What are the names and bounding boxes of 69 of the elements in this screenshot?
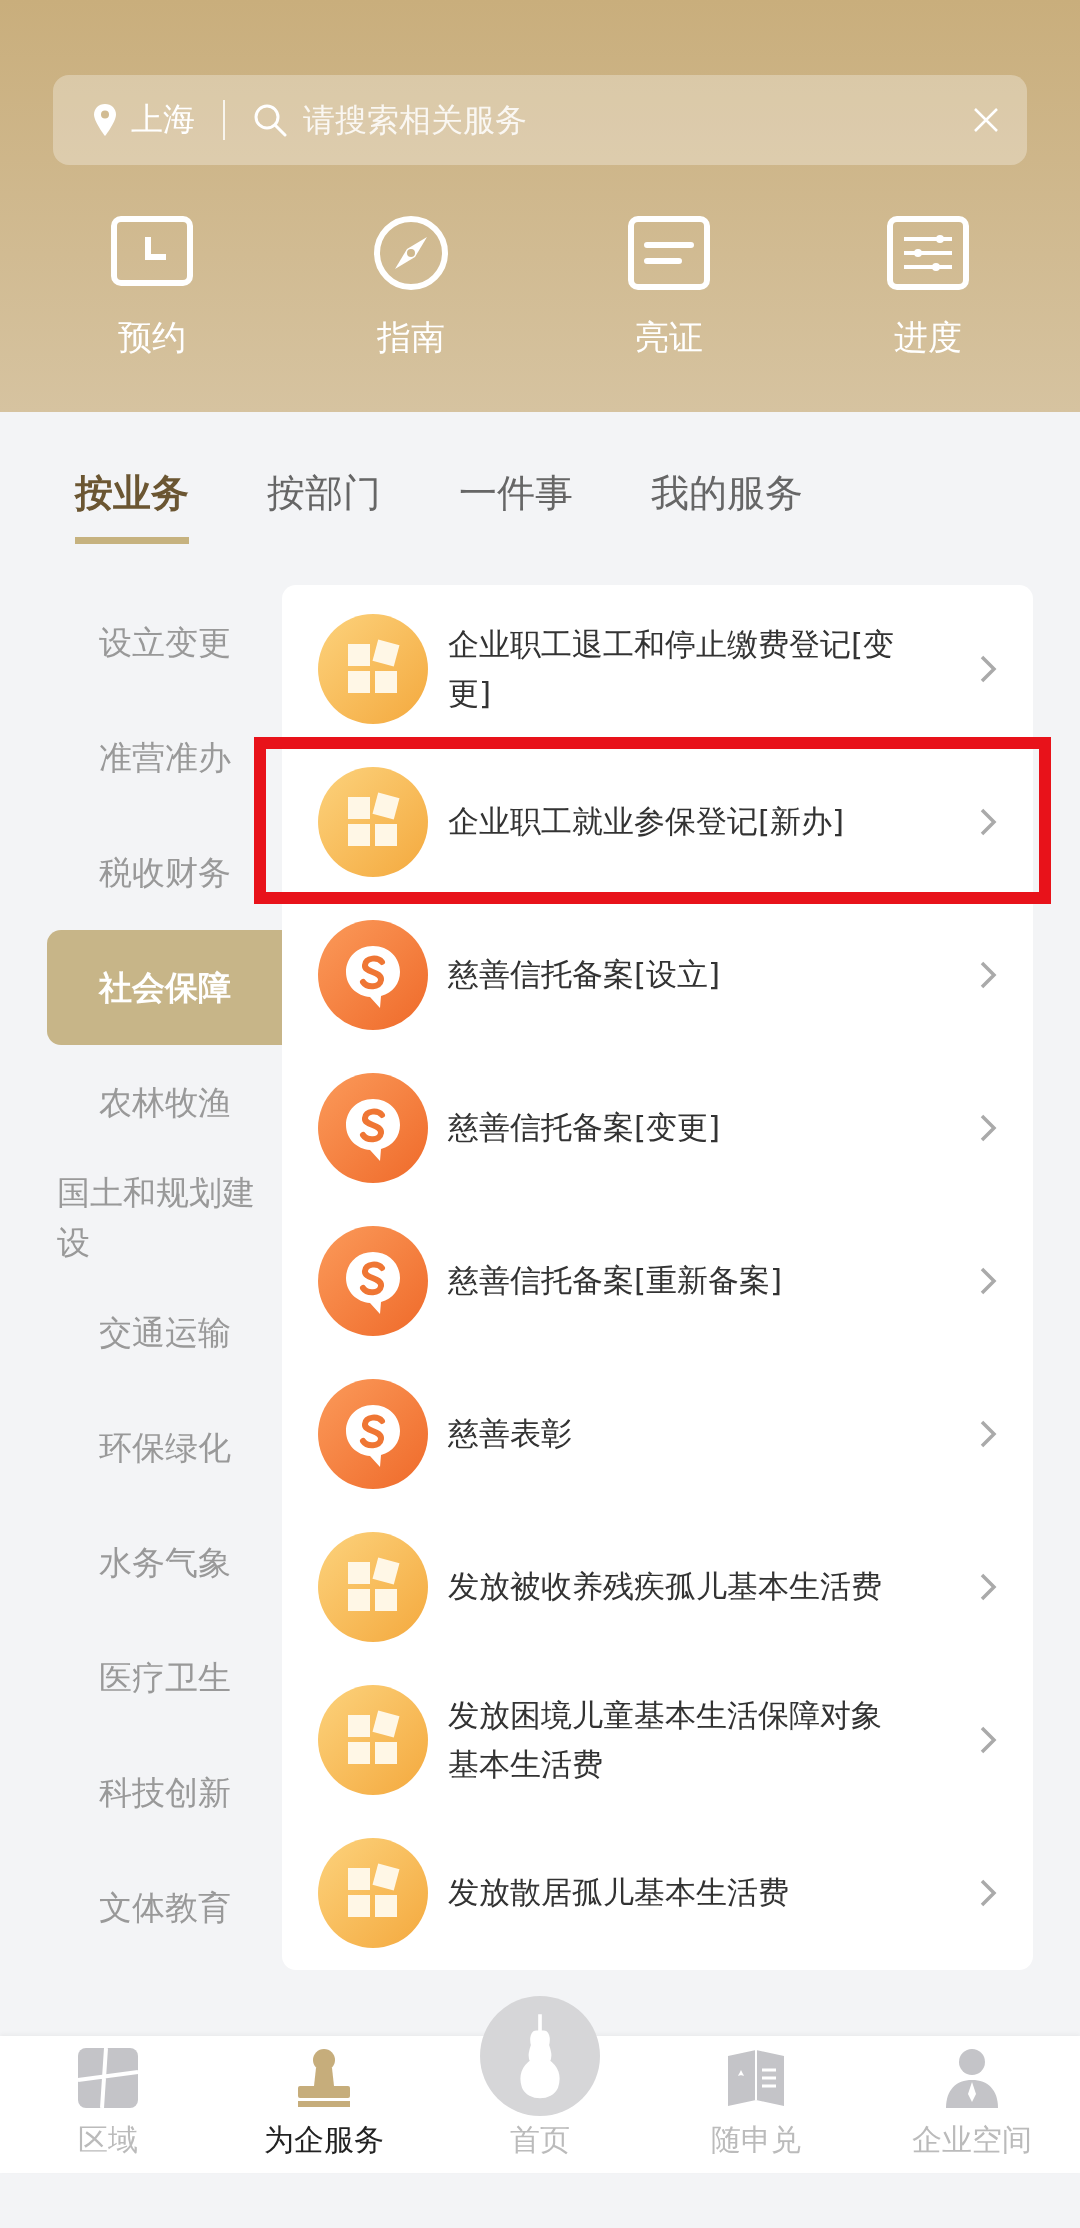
chevron-right-icon (979, 1265, 997, 1296)
shortcut-button[interactable]: 亮证 (540, 215, 799, 361)
tab[interactable]: 一件事 (459, 453, 573, 544)
tiles-icon (318, 1837, 428, 1948)
card-icon (627, 215, 712, 291)
search-icon (253, 103, 287, 137)
tab[interactable]: 我的服务 (651, 453, 803, 544)
sidebar-item[interactable]: 文体教育 (47, 1850, 282, 1965)
nav-tab[interactable]: 为企服务 (216, 2036, 432, 2179)
nav-tab[interactable]: 企业空间 (864, 2036, 1080, 2179)
shortcut-button[interactable]: 预约 (23, 215, 282, 361)
nav-tab[interactable]: 随申兑 (648, 2036, 864, 2179)
shortcut-button[interactable]: 进度 (798, 215, 1057, 361)
sidebar-item[interactable]: 医疗卫生 (47, 1620, 282, 1735)
service-item[interactable]: 慈善信托备案[变更] (282, 1051, 1033, 1204)
tiles-icon (318, 1684, 428, 1795)
speech-bubble-icon (318, 1378, 428, 1489)
sidebar-item[interactable]: 国土和规划建设 (47, 1160, 282, 1275)
chevron-right-icon (979, 1724, 997, 1755)
tiles-icon (318, 613, 428, 724)
close-icon (973, 107, 999, 133)
sidebar-item[interactable]: 交通运输 (47, 1275, 282, 1390)
search-field[interactable]: 上海 请搜索相关服务 (53, 75, 1027, 165)
service-item[interactable]: 发放散居孤儿基本生活费 (282, 1816, 1033, 1969)
nav-tab[interactable]: 首页 (432, 1996, 648, 2179)
service-title: 企业职工就业参保登记[新办] (448, 802, 846, 842)
service-title: 企业职工退工和停止缴费登记[变更] (448, 625, 896, 713)
service-item[interactable]: 发放困境儿童基本生活保障对象基本生活费 (282, 1663, 1033, 1816)
service-item[interactable]: 企业职工就业参保登记[新办] (282, 745, 1033, 898)
sidebar-item[interactable]: 环保绿化 (47, 1390, 282, 1505)
chevron-right-icon (979, 1418, 997, 1449)
service-title: 发放散居孤儿基本生活费 (448, 1873, 790, 1913)
chevron-right-icon (979, 1877, 997, 1908)
service-title: 慈善信托备案[变更] (448, 1108, 722, 1148)
sidebar-item[interactable]: 税收财务 (47, 815, 282, 930)
sidebar-item[interactable]: 农林牧渔 (47, 1045, 282, 1160)
service-item[interactable]: 慈善信托备案[设立] (282, 898, 1033, 1051)
speech-bubble-icon (318, 919, 428, 1030)
tiles-icon (318, 1531, 428, 1642)
chevron-right-icon (979, 1112, 997, 1143)
chevron-right-icon (979, 806, 997, 837)
service-item[interactable]: 慈善表彰 (282, 1357, 1033, 1510)
service-title: 发放被收养残疾孤儿基本生活费 (448, 1567, 883, 1607)
sidebar-item[interactable]: 社会保障 (47, 930, 282, 1045)
nav-tab[interactable]: 区域 (0, 2036, 216, 2179)
city-label[interactable]: 上海 (131, 98, 195, 142)
sidebar-item[interactable]: 水务气象 (47, 1505, 282, 1620)
tab[interactable]: 按部门 (267, 453, 381, 544)
service-item[interactable]: 慈善信托备案[重新备案] (282, 1204, 1033, 1357)
shortcut-button[interactable]: 指南 (281, 215, 540, 361)
service-title: 慈善表彰 (448, 1414, 573, 1454)
service-item[interactable]: 企业职工退工和停止缴费登记[变更] (282, 592, 1033, 745)
sidebar-item[interactable]: 科技创新 (47, 1735, 282, 1850)
sidebar-item[interactable]: 设立变更 (47, 585, 282, 700)
chevron-right-icon (979, 653, 997, 684)
sidebar-item[interactable]: 准营准办 (47, 700, 282, 815)
service-item[interactable]: 发放被收养残疾孤儿基本生活费 (282, 1510, 1033, 1663)
speech-bubble-icon (318, 1072, 428, 1183)
location-pin-icon (93, 103, 117, 137)
tab[interactable]: 按业务 (75, 453, 189, 544)
service-title: 慈善信托备案[重新备案] (448, 1261, 784, 1301)
chevron-right-icon (979, 1571, 997, 1602)
service-title: 发放困境儿童基本生活保障对象基本生活费 (448, 1696, 883, 1784)
map-icon (76, 2046, 140, 2110)
speech-bubble-icon (318, 1225, 428, 1336)
chevron-right-icon (979, 959, 997, 990)
sliders-icon (885, 215, 970, 291)
service-title: 慈善信托备案[设立] (448, 955, 722, 995)
tiles-icon (318, 766, 428, 877)
